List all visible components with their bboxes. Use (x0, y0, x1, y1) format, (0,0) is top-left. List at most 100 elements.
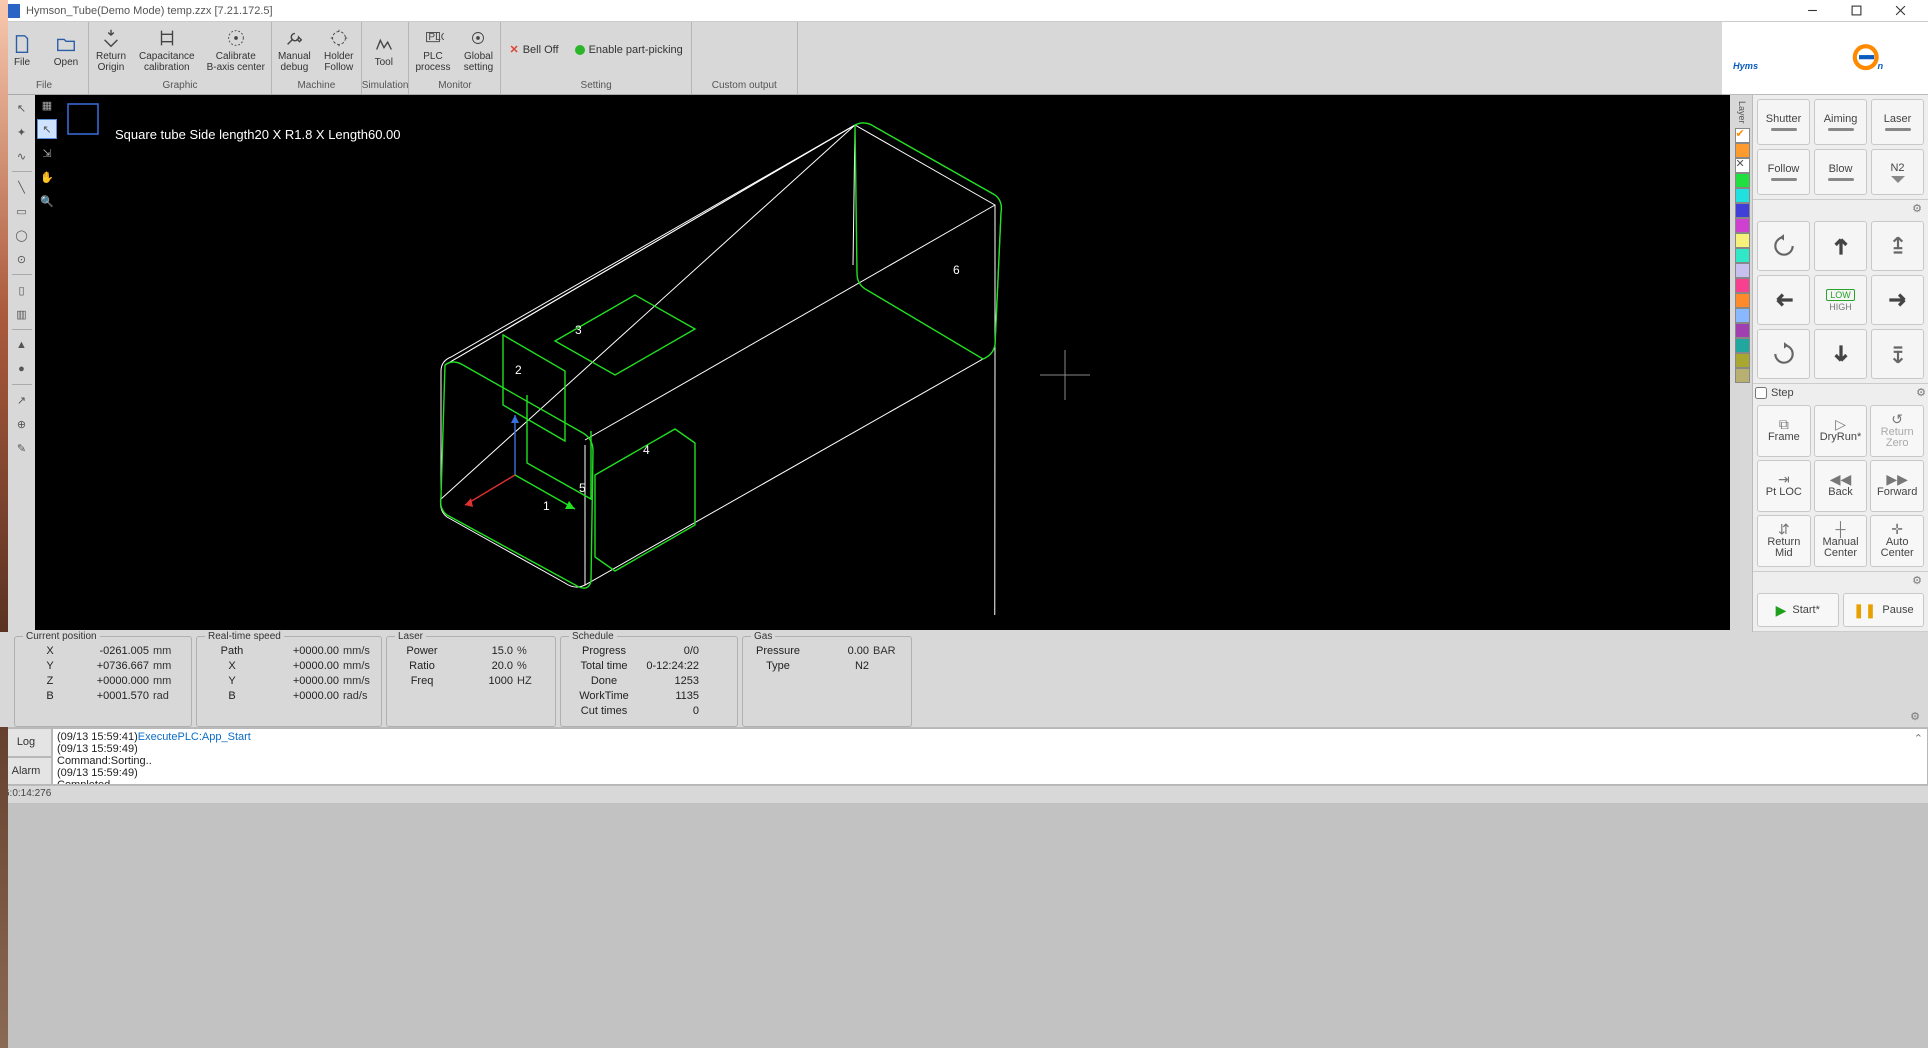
capacitance-calibration-button[interactable]: Capacitance calibration (133, 22, 201, 77)
jog-z-down[interactable] (1871, 329, 1924, 379)
layer-swatch-10[interactable] (1735, 278, 1750, 293)
viewport-canvas[interactable]: Square tube Side length20 X R1.8 X Lengt… (35, 95, 1730, 630)
gear-icon[interactable]: ⚙ (1916, 386, 1926, 399)
pt-loc-button[interactable]: ⇥Pt LOC (1757, 460, 1811, 512)
back-button[interactable]: ◀◀Back (1814, 460, 1868, 512)
step-checkbox[interactable] (1755, 387, 1767, 399)
flame-tool[interactable]: ▲ (11, 334, 33, 356)
circle-tool[interactable]: ◯ (11, 224, 33, 246)
shutter-toggle[interactable]: Shutter (1757, 99, 1810, 145)
enable-part-picking-button[interactable]: Enable part-picking (567, 22, 691, 77)
axes-toggle[interactable]: ⇲ (37, 143, 57, 163)
return-origin-button[interactable]: Return Origin (89, 22, 133, 77)
panel-laser: LaserPower15.0%Ratio20.0%Freq1000HZ (386, 636, 556, 727)
scroll-up-icon[interactable]: ⌃ (1914, 733, 1923, 745)
open-button[interactable]: Open (44, 22, 88, 77)
pan-toggle[interactable]: ✋ (37, 167, 57, 187)
layer-swatch-14[interactable] (1735, 338, 1750, 353)
layer-swatch-1[interactable] (1735, 143, 1750, 158)
cursor-toggle[interactable]: ↖ (37, 119, 57, 139)
tool-button[interactable]: Tool (362, 22, 406, 77)
close-button[interactable] (1878, 0, 1922, 22)
ribbon: File Open File Return Origin Capacitance… (0, 22, 1722, 95)
layer-swatch-12[interactable] (1735, 308, 1750, 323)
layer-palette: Layer ✔✕ (1732, 95, 1752, 632)
point-tool[interactable]: ⊙ (11, 248, 33, 270)
jog-z-up[interactable] (1871, 221, 1924, 271)
gear-icon[interactable]: ⚙ (1906, 706, 1924, 727)
svg-text:PLC: PLC (428, 32, 444, 43)
jog-left[interactable] (1757, 275, 1810, 325)
minimize-button[interactable] (1790, 0, 1834, 22)
layer-swatch-16[interactable] (1735, 368, 1750, 383)
return-zero-button[interactable]: ↺ReturnZero (1870, 405, 1924, 457)
follow-toggle[interactable]: Follow (1757, 149, 1810, 195)
move-tool[interactable]: ↗ (11, 389, 33, 411)
manual-debug-button[interactable]: Manual debug (272, 22, 317, 77)
layer-swatch-8[interactable] (1735, 248, 1750, 263)
jog-rotate-cw[interactable] (1757, 329, 1810, 379)
target-tool[interactable]: ⊕ (11, 413, 33, 435)
plc-process-button[interactable]: PLCPLC process (409, 22, 456, 77)
bell-off-button[interactable]: ✕Bell Off (501, 22, 566, 77)
rect-tool[interactable]: ▭ (11, 200, 33, 222)
array-tool[interactable]: ▯ (11, 279, 33, 301)
ribbon-label-graphic: Graphic (89, 77, 271, 94)
frame-button[interactable]: ⧉Frame (1757, 405, 1811, 457)
layer-swatch-15[interactable] (1735, 353, 1750, 368)
global-setting-button[interactable]: Global setting (456, 22, 500, 77)
curve-tool[interactable]: ∿ (11, 145, 33, 167)
manual-center-button[interactable]: ┼ManualCenter (1814, 515, 1868, 567)
gear-icon[interactable]: ⚙ (1912, 202, 1922, 215)
layer-swatch-4[interactable] (1735, 188, 1750, 203)
brand-logo: Hymsn (1722, 22, 1928, 95)
auto-center-button[interactable]: ✛AutoCenter (1870, 515, 1924, 567)
line-tool[interactable]: ╲ (11, 176, 33, 198)
marker-6: 6 (953, 263, 960, 277)
layer-swatch-7[interactable] (1735, 233, 1750, 248)
jog-down[interactable] (1814, 329, 1867, 379)
brush-tool[interactable]: ✎ (11, 437, 33, 459)
ribbon-label-custom: Custom output (692, 77, 797, 94)
ribbon-label-setting: Setting (501, 77, 690, 94)
layer-swatch-3[interactable] (1735, 173, 1750, 188)
gear-icon[interactable]: ⚙ (1912, 574, 1922, 587)
holder-follow-button[interactable]: Holder Follow (317, 22, 361, 77)
forward-button[interactable]: ▶▶Forward (1870, 460, 1924, 512)
blow-toggle[interactable]: Blow (1814, 149, 1867, 195)
calibrate-b-axis-button[interactable]: Calibrate B-axis center (201, 22, 271, 77)
left-toolbar: ↖ ✦ ∿ ╲ ▭ ◯ ⊙ ▯ ▥ ▲ ● ↗ ⊕ ✎ (8, 95, 35, 632)
aiming-toggle[interactable]: Aiming (1814, 99, 1867, 145)
titlebar: Hymson_Tube(Demo Mode) temp.zzx [7.21.17… (0, 0, 1928, 22)
dryrun--button[interactable]: ▷DryRun* (1814, 405, 1868, 457)
layer-swatch-13[interactable] (1735, 323, 1750, 338)
crosshair-icon (1035, 345, 1095, 405)
pause-button[interactable]: ❚❚Pause (1843, 593, 1925, 627)
layer-swatch-0[interactable]: ✔ (1735, 128, 1750, 143)
jog-speed-toggle[interactable]: LOWHIGH (1814, 275, 1867, 325)
ribbon-label-machine: Machine (272, 77, 361, 94)
grid-toggle[interactable]: ▦ (37, 95, 57, 115)
layer-swatch-6[interactable] (1735, 218, 1750, 233)
layer-swatch-9[interactable] (1735, 263, 1750, 278)
zoom-toggle[interactable]: 🔍 (37, 191, 57, 211)
return-mid-button[interactable]: ⇵ReturnMid (1757, 515, 1811, 567)
drop-tool[interactable]: ● (11, 358, 33, 380)
viewport-toolbar: ▦ ↖ ⇲ ✋ 🔍 (35, 95, 59, 211)
node-tool[interactable]: ✦ (11, 121, 33, 143)
jog-up[interactable] (1814, 221, 1867, 271)
layer-swatch-11[interactable] (1735, 293, 1750, 308)
select-tool[interactable]: ↖ (11, 97, 33, 119)
jog-right[interactable] (1871, 275, 1924, 325)
group-tool[interactable]: ▥ (11, 303, 33, 325)
n2-toggle[interactable]: N2 (1871, 149, 1924, 195)
start-button[interactable]: ▶Start* (1757, 593, 1839, 627)
jog-rotate-ccw[interactable] (1757, 221, 1810, 271)
laser-toggle[interactable]: Laser (1871, 99, 1924, 145)
log-text[interactable]: ⌃ (09/13 15:59:41)ExecutePLC:App_Start(0… (52, 728, 1928, 785)
panel-schedule: ScheduleProgress0/0Total time0-12:24:22D… (560, 636, 738, 727)
layer-swatch-5[interactable] (1735, 203, 1750, 218)
maximize-button[interactable] (1834, 0, 1878, 22)
layer-swatch-2[interactable]: ✕ (1735, 158, 1750, 173)
ribbon-group-graphic: Return Origin Capacitance calibration Ca… (89, 22, 272, 94)
